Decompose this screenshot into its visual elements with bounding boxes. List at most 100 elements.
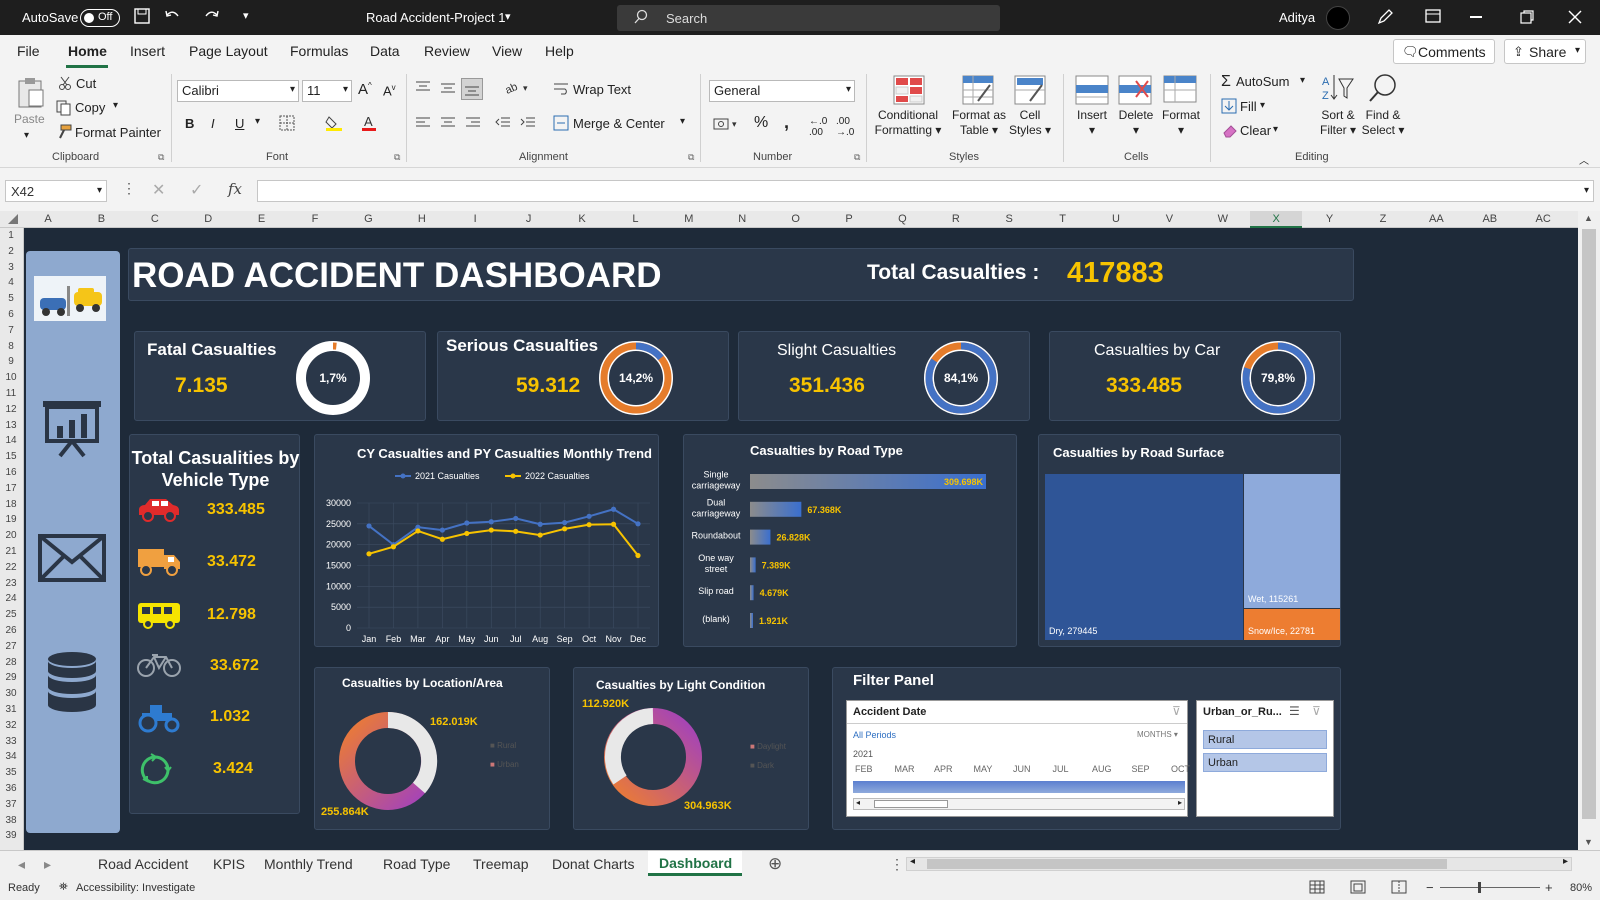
enter-icon[interactable]: ✓ xyxy=(190,180,203,200)
mail-icon[interactable] xyxy=(38,534,106,585)
copy-button[interactable]: Copy xyxy=(75,100,105,115)
row-header[interactable]: 20 xyxy=(0,530,22,541)
sheet-tab-dashboard[interactable]: Dashboard xyxy=(648,851,742,876)
time-level-select[interactable]: MONTHS ▾ xyxy=(1137,730,1178,739)
row-header[interactable]: 1 xyxy=(0,230,22,241)
name-box[interactable]: X42 ▾ xyxy=(5,180,107,202)
fill-icon[interactable] xyxy=(1221,98,1237,117)
bold-icon[interactable]: B xyxy=(185,116,194,131)
format-painter-icon[interactable] xyxy=(56,124,72,143)
database-icon[interactable] xyxy=(46,651,98,718)
wrap-text-icon[interactable] xyxy=(553,82,569,99)
autosum-icon[interactable]: Σ xyxy=(1221,73,1231,91)
row-header[interactable]: 13 xyxy=(0,420,22,431)
column-header[interactable]: T xyxy=(1037,213,1089,225)
column-header[interactable]: E xyxy=(236,213,288,225)
cell-styles-button[interactable]: Cell Styles ▾ xyxy=(1000,108,1060,138)
row-header[interactable]: 24 xyxy=(0,593,22,604)
format-cells-button[interactable]: Format ▾ xyxy=(1158,108,1204,138)
customize-qat-icon[interactable]: ▾ xyxy=(243,9,249,22)
date-timeline-slicer[interactable]: Accident Date ⊽ All Periods MONTHS ▾ 202… xyxy=(846,700,1190,817)
delete-cells-button[interactable]: Delete ▾ xyxy=(1113,108,1159,138)
conditional-formatting-icon[interactable] xyxy=(893,75,925,108)
tab-review[interactable]: Review xyxy=(424,43,470,59)
sheet-tab-monthly-trend[interactable]: Monthly Trend xyxy=(264,856,353,872)
multi-select-icon[interactable]: ☰ xyxy=(1289,704,1300,718)
number-format-select[interactable]: General ▾ xyxy=(709,80,855,102)
row-header[interactable]: 31 xyxy=(0,704,22,715)
copy-chevron-icon[interactable]: ▾ xyxy=(113,100,118,111)
sort-filter-icon[interactable]: AZ xyxy=(1321,73,1355,106)
timeline-month[interactable]: AUG xyxy=(1092,764,1112,774)
tab-insert[interactable]: Insert xyxy=(130,43,165,59)
top-align-icon[interactable] xyxy=(415,80,431,97)
collapse-ribbon-icon[interactable]: ︿ xyxy=(1579,152,1589,167)
insert-cells-button[interactable]: Insert ▾ xyxy=(1070,108,1114,138)
copy-icon[interactable] xyxy=(56,100,72,119)
sheet-tab-road-type[interactable]: Road Type xyxy=(383,856,450,872)
tab-page-layout[interactable]: Page Layout xyxy=(189,43,268,59)
format-painter-button[interactable]: Format Painter xyxy=(75,125,161,140)
all-periods-label[interactable]: All Periods xyxy=(853,730,896,740)
italic-icon[interactable]: I xyxy=(211,116,215,131)
row-header[interactable]: 34 xyxy=(0,751,22,762)
timeline-month[interactable]: APR xyxy=(934,764,953,774)
row-header[interactable]: 12 xyxy=(0,404,22,415)
column-header[interactable]: L xyxy=(609,213,661,225)
align-center-icon[interactable] xyxy=(440,116,456,133)
vertical-scrollbar[interactable]: ▲ ▼ xyxy=(1578,211,1600,850)
insert-cells-icon[interactable] xyxy=(1075,75,1109,108)
row-header[interactable]: 10 xyxy=(0,372,22,383)
column-header[interactable]: A xyxy=(22,213,74,225)
number-launcher-icon[interactable]: ⧉ xyxy=(854,152,860,163)
presentation-icon[interactable] xyxy=(40,398,104,461)
delete-cells-icon[interactable] xyxy=(1118,75,1152,108)
column-header[interactable]: N xyxy=(716,213,768,225)
timeline-month[interactable]: OCT xyxy=(1171,764,1190,774)
row-header[interactable]: 3 xyxy=(0,262,22,273)
row-header[interactable]: 28 xyxy=(0,657,22,668)
row-header[interactable]: 6 xyxy=(0,309,22,320)
row-header[interactable]: 15 xyxy=(0,451,22,462)
autosave-toggle[interactable]: Off xyxy=(80,9,120,27)
cell-styles-icon[interactable] xyxy=(1014,75,1046,108)
insert-function-icon[interactable]: fx xyxy=(228,180,242,198)
paste-chevron-icon[interactable]: ▾ xyxy=(24,128,29,143)
ribbon-display-icon[interactable] xyxy=(1425,9,1441,26)
avatar[interactable] xyxy=(1326,6,1350,30)
row-header[interactable]: 2 xyxy=(0,246,22,257)
autosum-chevron-icon[interactable]: ▾ xyxy=(1300,75,1305,86)
accessibility-icon[interactable]: ⛯ xyxy=(59,881,68,894)
comma-style-icon[interactable]: , xyxy=(784,112,789,133)
borders-icon[interactable] xyxy=(279,115,295,134)
column-header[interactable]: W xyxy=(1197,213,1249,225)
underline-icon[interactable]: U xyxy=(235,116,244,131)
merge-center-icon[interactable] xyxy=(553,115,569,134)
paste-icon[interactable] xyxy=(16,76,46,111)
tab-file[interactable]: File xyxy=(17,43,40,59)
timeline-month[interactable]: MAR xyxy=(895,764,915,774)
share-button[interactable]: ⇪ Share ▾ xyxy=(1504,39,1586,64)
timeline-month[interactable]: SEP xyxy=(1132,764,1150,774)
page-layout-view-icon[interactable] xyxy=(1350,880,1366,897)
row-header[interactable]: 32 xyxy=(0,720,22,731)
zoom-level[interactable]: 80% xyxy=(1570,882,1592,894)
column-header[interactable]: I xyxy=(449,213,501,225)
save-icon[interactable] xyxy=(133,7,151,28)
clear-chevron-icon[interactable]: ▾ xyxy=(1273,124,1278,135)
middle-align-icon[interactable] xyxy=(440,80,456,99)
merge-chevron-icon[interactable]: ▾ xyxy=(680,116,685,127)
row-header[interactable]: 37 xyxy=(0,799,22,810)
horizontal-scrollbar[interactable]: ◂ ▸ xyxy=(906,856,1572,871)
document-title[interactable]: Road Accident-Project 1 xyxy=(366,10,505,25)
clear-button[interactable]: Clear xyxy=(1240,123,1271,138)
row-header[interactable]: 38 xyxy=(0,815,22,826)
align-right-icon[interactable] xyxy=(465,116,481,133)
row-header[interactable]: 5 xyxy=(0,293,22,304)
increase-decimal-icon[interactable]: ←.0.00 xyxy=(809,116,827,138)
select-all-icon[interactable] xyxy=(8,214,18,224)
accessibility-status[interactable]: Accessibility: Investigate xyxy=(76,882,195,894)
column-header[interactable]: Q xyxy=(876,213,928,225)
page-break-view-icon[interactable] xyxy=(1391,880,1407,897)
row-header[interactable]: 21 xyxy=(0,546,22,557)
